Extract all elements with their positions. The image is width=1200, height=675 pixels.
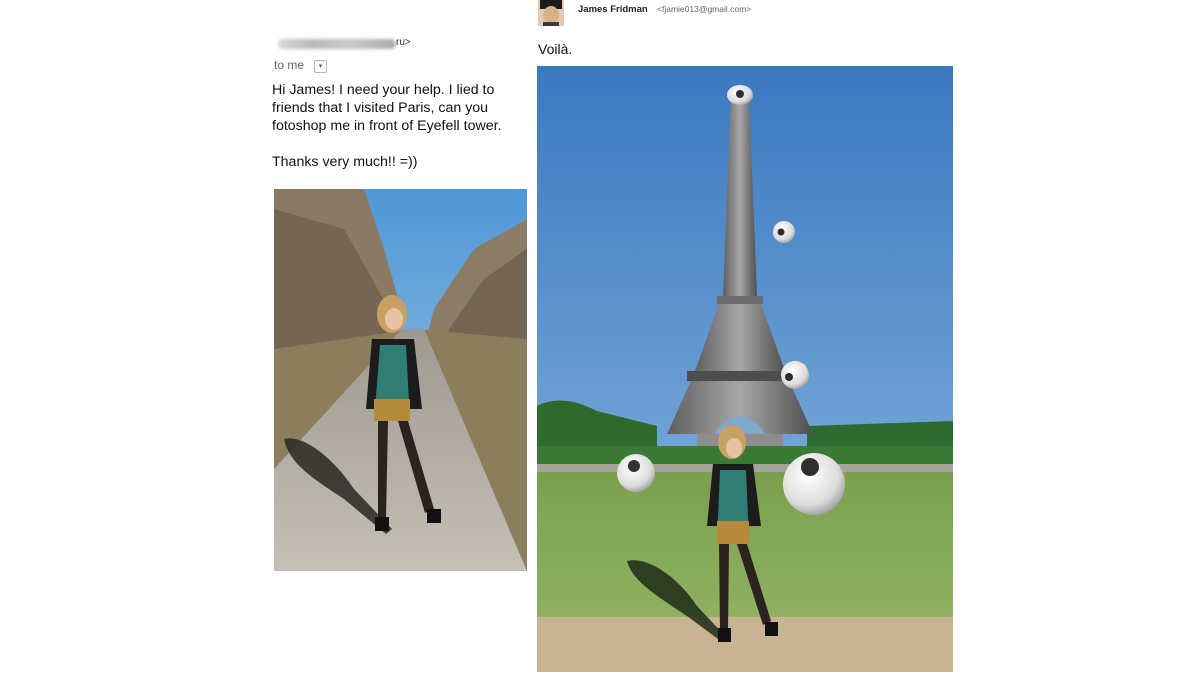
edited-photo-eyeball-tower <box>537 66 953 672</box>
message-body: Hi James! I need your help. I lied to fr… <box>272 81 537 136</box>
recipient-label: to me <box>274 58 305 72</box>
reply-message: Voilà. <box>538 41 573 57</box>
attached-photo-road <box>274 189 527 571</box>
sender-name-redacted <box>278 39 396 49</box>
message-signoff: Thanks very much!! =)) <box>272 154 418 170</box>
message-line: friends that I visited Paris, can you <box>272 100 489 117</box>
reply-sender-name[interactable]: James Fridman <box>578 4 648 15</box>
sender-email-suffix: ru> <box>396 37 411 48</box>
reply-sender-email[interactable]: <fjamie013@gmail.com> <box>657 4 751 14</box>
message-line: fotoshop me in front of Eyefell tower. <box>272 118 502 135</box>
avatar[interactable] <box>538 0 564 26</box>
message-line: Hi James! I need your help. I lied to <box>272 82 495 98</box>
chevron-down-icon[interactable]: ▾ <box>314 60 327 73</box>
